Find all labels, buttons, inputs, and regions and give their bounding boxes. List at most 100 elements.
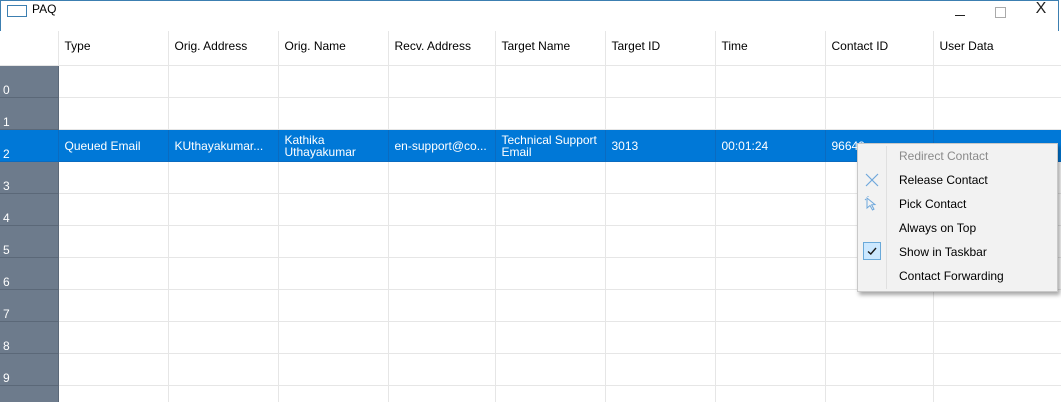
row-header[interactable]: 9	[0, 353, 59, 386]
cell-time[interactable]	[715, 97, 826, 130]
cell-contact-id[interactable]	[825, 385, 934, 402]
cell-orig-name[interactable]: Kathika Uthayakumar	[278, 129, 389, 162]
cell-contact-id[interactable]	[825, 65, 934, 98]
cell-orig-name[interactable]	[278, 65, 389, 98]
cell-time[interactable]	[715, 225, 826, 258]
row-header[interactable]: 4	[0, 193, 59, 226]
cell-orig-name[interactable]	[278, 97, 389, 130]
cell-orig-address[interactable]	[168, 65, 279, 98]
cell-target-id[interactable]	[605, 385, 716, 402]
cell-time[interactable]	[715, 353, 826, 386]
cell-orig-address[interactable]	[168, 97, 279, 130]
cell-target-name[interactable]	[495, 225, 606, 258]
cell-orig-address[interactable]	[168, 321, 279, 354]
cell-user-data[interactable]	[933, 65, 1061, 98]
cell-target-name[interactable]: Technical Support Email	[495, 129, 606, 162]
cell-type[interactable]	[58, 289, 169, 322]
cell-orig-name[interactable]	[278, 353, 389, 386]
cell-target-name[interactable]	[495, 257, 606, 290]
menu-item-pick-contact[interactable]: Pick Contact	[858, 192, 1057, 216]
maximize-button[interactable]	[981, 1, 1019, 23]
column-header-target-name[interactable]: Target Name	[495, 31, 606, 66]
cell-orig-address[interactable]	[168, 385, 279, 402]
cell-recv-address[interactable]: en-support@co...	[388, 129, 496, 162]
column-header-user-data[interactable]: User Data	[933, 31, 1061, 66]
cell-orig-address[interactable]	[168, 289, 279, 322]
cell-user-data[interactable]	[933, 97, 1061, 130]
column-header-recv-address[interactable]: Recv. Address	[388, 31, 496, 66]
cell-orig-name[interactable]	[278, 257, 389, 290]
cell-time[interactable]	[715, 257, 826, 290]
cell-target-name[interactable]	[495, 193, 606, 226]
cell-target-name[interactable]	[495, 97, 606, 130]
column-header-orig-address[interactable]: Orig. Address	[168, 31, 279, 66]
cell-type[interactable]	[58, 321, 169, 354]
table-row[interactable]: 0	[0, 65, 1061, 98]
cell-orig-address[interactable]	[168, 225, 279, 258]
row-header[interactable]: 3	[0, 161, 59, 194]
cell-orig-name[interactable]	[278, 225, 389, 258]
cell-orig-address[interactable]	[168, 193, 279, 226]
cell-orig-address[interactable]	[168, 257, 279, 290]
table-row[interactable]: 10	[0, 385, 1061, 402]
cell-target-id[interactable]	[605, 321, 716, 354]
cell-orig-address[interactable]: KUthayakumar...	[168, 129, 279, 162]
cell-recv-address[interactable]	[388, 193, 496, 226]
menu-item-contact-forwarding[interactable]: Contact Forwarding	[858, 264, 1057, 288]
cell-type[interactable]	[58, 97, 169, 130]
row-header[interactable]: 7	[0, 289, 59, 322]
cell-target-id[interactable]	[605, 161, 716, 194]
cell-orig-address[interactable]	[168, 353, 279, 386]
cell-type[interactable]	[58, 353, 169, 386]
cell-target-id[interactable]	[605, 289, 716, 322]
menu-item-redirect-contact[interactable]: Redirect Contact	[858, 144, 1057, 168]
table-row[interactable]: 9	[0, 353, 1061, 386]
cell-target-name[interactable]	[495, 385, 606, 402]
row-header[interactable]: 10	[0, 385, 59, 402]
row-header[interactable]: 2	[0, 129, 59, 162]
cell-recv-address[interactable]	[388, 385, 496, 402]
row-header[interactable]: 8	[0, 321, 59, 354]
column-header-orig-name[interactable]: Orig. Name	[278, 31, 389, 66]
row-header[interactable]: 1	[0, 97, 59, 130]
row-header[interactable]: 0	[0, 65, 59, 98]
cell-orig-name[interactable]	[278, 193, 389, 226]
cell-type[interactable]: Queued Email	[58, 129, 169, 162]
cell-time[interactable]	[715, 385, 826, 402]
cell-target-id[interactable]	[605, 257, 716, 290]
row-header[interactable]: 5	[0, 225, 59, 258]
minimize-button[interactable]	[941, 1, 979, 23]
cell-type[interactable]	[58, 385, 169, 402]
cell-target-id[interactable]: 3013	[605, 129, 716, 162]
cell-orig-name[interactable]	[278, 161, 389, 194]
cell-time[interactable]	[715, 289, 826, 322]
column-header-type[interactable]: Type	[58, 31, 169, 66]
cell-contact-id[interactable]	[825, 353, 934, 386]
close-button[interactable]: X	[1022, 0, 1060, 20]
cell-user-data[interactable]	[933, 385, 1061, 402]
cell-recv-address[interactable]	[388, 97, 496, 130]
cell-contact-id[interactable]	[825, 97, 934, 130]
cell-contact-id[interactable]	[825, 321, 934, 354]
cell-type[interactable]	[58, 193, 169, 226]
cell-target-name[interactable]	[495, 161, 606, 194]
cell-time[interactable]	[715, 65, 826, 98]
cell-user-data[interactable]	[933, 353, 1061, 386]
cell-recv-address[interactable]	[388, 289, 496, 322]
cell-orig-name[interactable]	[278, 321, 389, 354]
column-header-contact-id[interactable]: Contact ID	[825, 31, 934, 66]
menu-item-release-contact[interactable]: Release Contact	[858, 168, 1057, 192]
cell-type[interactable]	[58, 65, 169, 98]
column-header-target-id[interactable]: Target ID	[605, 31, 716, 66]
cell-time[interactable]	[715, 161, 826, 194]
cell-target-name[interactable]	[495, 353, 606, 386]
menu-item-always-on-top[interactable]: Always on Top	[858, 216, 1057, 240]
cell-target-id[interactable]	[605, 65, 716, 98]
cell-time[interactable]	[715, 193, 826, 226]
cell-orig-name[interactable]	[278, 385, 389, 402]
cell-orig-address[interactable]	[168, 161, 279, 194]
cell-user-data[interactable]	[933, 289, 1061, 322]
cell-contact-id[interactable]	[825, 289, 934, 322]
cell-user-data[interactable]	[933, 321, 1061, 354]
cell-orig-name[interactable]	[278, 289, 389, 322]
